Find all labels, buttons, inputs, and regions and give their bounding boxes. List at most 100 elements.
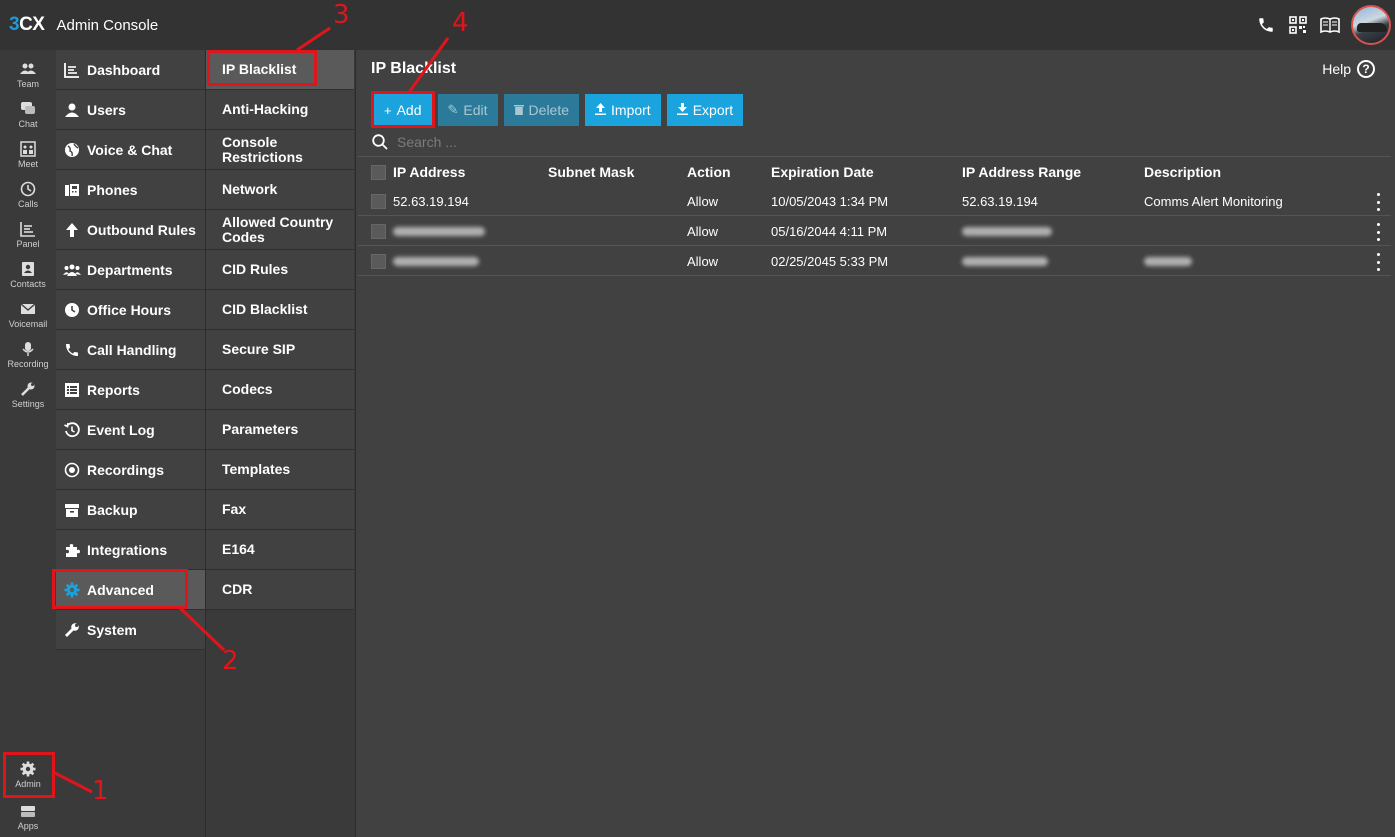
app-title: Admin Console — [56, 16, 159, 34]
ip-address-cell: 52.63.19.194 — [393, 193, 469, 209]
nav-item-advanced[interactable]: Advanced — [56, 570, 205, 610]
wrench-icon — [21, 382, 35, 396]
plus-icon: + — [384, 102, 392, 118]
rail-item-meet[interactable]: Meet — [0, 135, 56, 175]
select-all-checkbox[interactable] — [371, 165, 386, 180]
nav-item-phones[interactable]: Phones — [56, 170, 205, 210]
nav-item-label: Event Log — [87, 421, 155, 438]
nav-item-voice-chat[interactable]: Voice & Chat — [56, 130, 205, 170]
rail-label: Contacts — [10, 279, 46, 289]
rail-item-apps[interactable]: Apps — [0, 797, 56, 837]
subnav-item-secure-sip[interactable]: Secure SIP — [206, 330, 354, 370]
book-icon[interactable] — [1315, 10, 1345, 40]
subnav-item-anti-hacking[interactable]: Anti-Hacking — [206, 90, 354, 130]
annotation-number-1: 1 — [92, 776, 109, 806]
rail-item-settings[interactable]: Settings — [0, 375, 56, 415]
import-button[interactable]: Import — [585, 94, 661, 126]
row-menu-icon[interactable] — [1373, 253, 1383, 271]
subnav-item-e164[interactable]: E164 — [206, 530, 354, 570]
subnav-item-cid-rules[interactable]: CID Rules — [206, 250, 354, 290]
subnav-item-cid-blacklist[interactable]: CID Blacklist — [206, 290, 354, 330]
nav-item-label: Office Hours — [87, 301, 172, 318]
ip-range-cell-redacted — [962, 216, 1052, 246]
nav-item-integrations[interactable]: Integrations — [56, 530, 205, 570]
subnav-item-codecs[interactable]: Codecs — [206, 370, 354, 410]
row-checkbox[interactable] — [371, 224, 386, 239]
logo[interactable]: 3CX — [9, 14, 45, 36]
puzzle-icon — [63, 541, 81, 559]
nav-item-call-handling[interactable]: Call Handling — [56, 330, 205, 370]
row-checkbox[interactable] — [371, 254, 386, 269]
column-header[interactable]: IP Address Range — [962, 157, 1081, 187]
export-button[interactable]: Export — [666, 94, 744, 126]
nav-item-label: Voice & Chat — [87, 141, 173, 158]
record-icon — [63, 461, 81, 479]
table-row[interactable]: Allow 02/25/2045 5:33 PM — [358, 246, 1391, 276]
avatar[interactable] — [1351, 5, 1391, 45]
rail-item-admin[interactable]: Admin — [0, 755, 56, 795]
pencil-icon: ✎ — [447, 102, 459, 117]
rail-item-voicemail[interactable]: Voicemail — [0, 295, 56, 335]
rail-item-calls[interactable]: Calls — [0, 175, 56, 215]
subnav-item-cdr[interactable]: CDR — [206, 570, 354, 610]
expiration-cell: 10/05/2043 1:34 PM — [771, 193, 889, 209]
rail-item-team[interactable]: Team — [0, 55, 56, 95]
nav-item-label: Recordings — [87, 461, 165, 478]
rail-item-panel[interactable]: Panel — [0, 215, 56, 255]
nav-item-label: Call Handling — [87, 341, 177, 358]
nav-item-system[interactable]: System — [56, 610, 205, 650]
column-header[interactable]: Action — [687, 157, 731, 187]
row-menu-icon[interactable] — [1373, 223, 1383, 241]
subnav-item-fax[interactable]: Fax — [206, 490, 354, 530]
nav-item-event-log[interactable]: Event Log — [56, 410, 205, 450]
nav-item-recordings[interactable]: Recordings — [56, 450, 205, 490]
column-header[interactable]: Subnet Mask — [548, 157, 634, 187]
nav-item-label: Dashboard — [87, 61, 161, 78]
nav-item-users[interactable]: Users — [56, 90, 205, 130]
nav-item-office-hours[interactable]: Office Hours — [56, 290, 205, 330]
column-header[interactable]: Description — [1144, 157, 1221, 187]
delete-button[interactable]: Delete — [503, 94, 580, 126]
ip-address-cell-redacted — [393, 246, 479, 276]
row-menu-icon[interactable] — [1373, 193, 1383, 211]
nav-item-label: Outbound Rules — [87, 221, 196, 238]
ip-range-cell-redacted — [962, 246, 1048, 276]
table-row[interactable]: 52.63.19.194 Allow 10/05/2043 1:34 PM 52… — [358, 186, 1391, 216]
qr-code-icon[interactable] — [1283, 10, 1313, 40]
import-label: Import — [611, 102, 651, 118]
search-input[interactable]: Search ... — [372, 134, 457, 150]
subnav-item-parameters[interactable]: Parameters — [206, 410, 354, 450]
action-cell: Allow — [687, 223, 719, 239]
rail-label: Recording — [7, 359, 49, 369]
rail-item-recording[interactable]: Recording — [0, 335, 56, 375]
nav-item-backup[interactable]: Backup — [56, 490, 205, 530]
edit-button[interactable]: ✎ Edit — [437, 94, 498, 126]
rail-item-contacts[interactable]: Contacts — [0, 255, 56, 295]
add-button[interactable]: + Add — [374, 94, 432, 126]
nav-item-dashboard[interactable]: Dashboard — [56, 50, 205, 90]
column-header[interactable]: Expiration Date — [771, 157, 874, 187]
icon-rail: Team Chat Meet Calls Panel Contacts Voic… — [0, 50, 56, 837]
subnav-item-templates[interactable]: Templates — [206, 450, 354, 490]
phone-icon[interactable] — [1251, 10, 1281, 40]
column-header[interactable]: IP Address — [393, 157, 465, 187]
phones-icon — [63, 181, 81, 199]
upload-icon — [595, 102, 607, 118]
subnav-item-console-restrictions[interactable]: Console Restrictions — [206, 130, 354, 170]
nav-item-outbound-rules[interactable]: Outbound Rules — [56, 210, 205, 250]
arrow-up-icon — [63, 221, 81, 239]
nav-item-departments[interactable]: Departments — [56, 250, 205, 290]
subnav-item-ip-blacklist[interactable]: IP Blacklist — [206, 50, 354, 90]
nav-item-reports[interactable]: Reports — [56, 370, 205, 410]
rail-label: Calls — [17, 199, 38, 209]
subnav-item-network[interactable]: Network — [206, 170, 354, 210]
table-row[interactable]: Allow 05/16/2044 4:11 PM — [358, 216, 1391, 246]
nav-item-label: Users — [87, 101, 126, 118]
edit-label: Edit — [463, 102, 488, 118]
subnav-item-allowed-country-codes[interactable]: Allowed Country Codes — [206, 210, 354, 250]
nav-item-label: Departments — [87, 261, 173, 278]
wrench-icon — [63, 621, 81, 639]
help-link[interactable]: Help ? — [1322, 60, 1375, 78]
rail-item-chat[interactable]: Chat — [0, 95, 56, 135]
row-checkbox[interactable] — [371, 194, 386, 209]
